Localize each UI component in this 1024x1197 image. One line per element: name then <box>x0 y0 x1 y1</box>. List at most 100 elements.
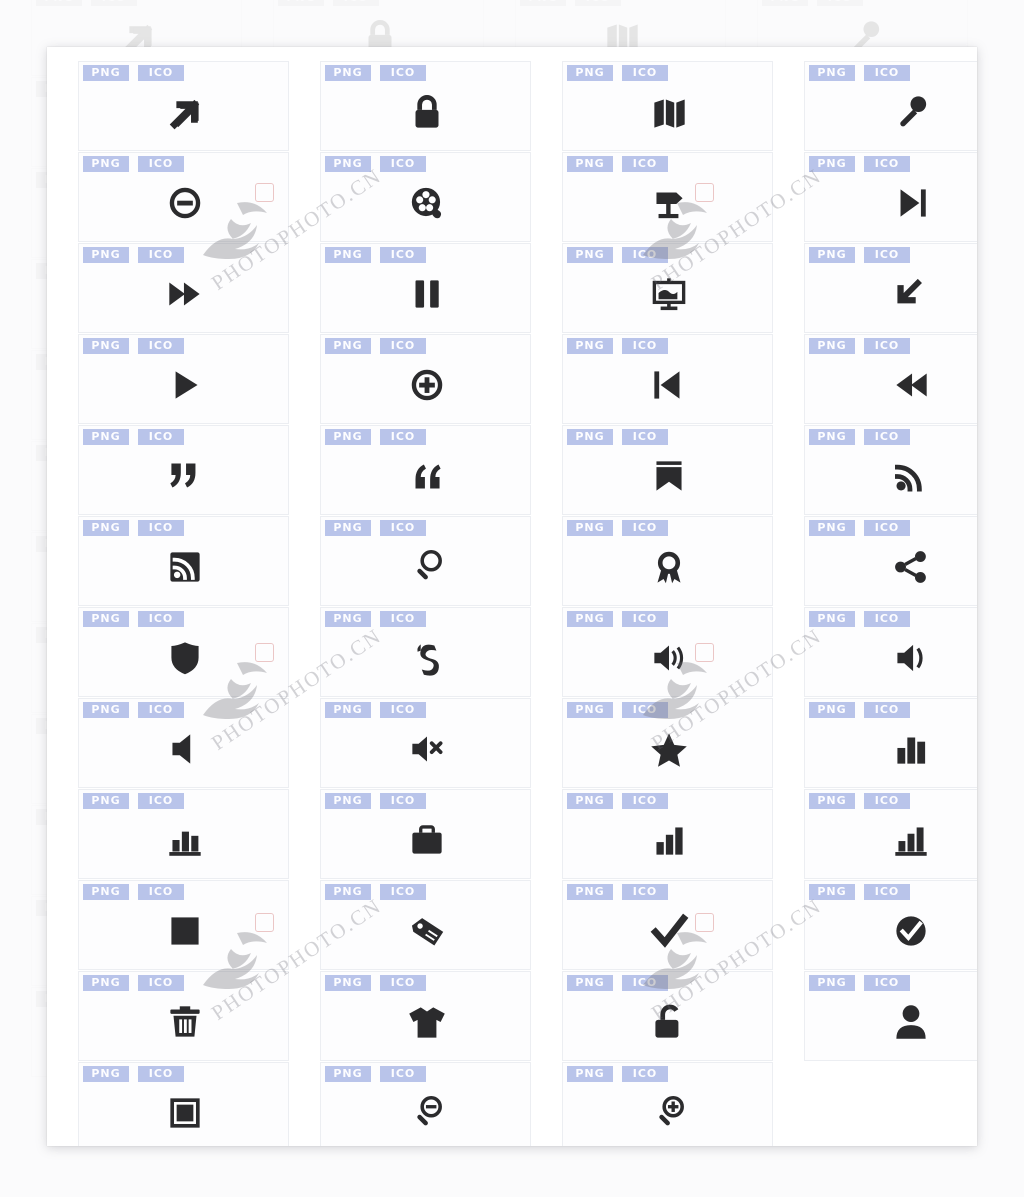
icon-cell[interactable]: PNG ICO <box>320 516 531 606</box>
icon-cell[interactable]: PNG ICO <box>320 607 531 697</box>
ico-badge[interactable]: ICO <box>575 0 621 6</box>
icon-cell[interactable]: PNG ICO <box>562 334 773 424</box>
icon-cell[interactable]: PNG ICO <box>562 789 773 879</box>
png-badge[interactable]: PNG <box>278 0 324 6</box>
trash-can-icon[interactable] <box>79 982 290 1062</box>
icon-cell[interactable]: PNG ICO <box>320 698 531 788</box>
star-icon[interactable] <box>563 709 774 789</box>
icon-cell[interactable]: PNG ICO <box>320 789 531 879</box>
icon-cell[interactable]: PNG ICO <box>78 516 289 606</box>
microphone-icon[interactable] <box>805 72 977 152</box>
icon-cell[interactable]: PNG ICO <box>320 243 531 333</box>
icon-cell[interactable]: PNG ICO <box>804 334 977 424</box>
award-ribbon-icon[interactable] <box>563 527 774 607</box>
icon-cell[interactable]: PNG ICO <box>562 243 773 333</box>
icon-cell[interactable]: PNG ICO <box>562 1062 773 1146</box>
script-s-icon[interactable] <box>321 618 532 698</box>
icon-cell[interactable]: PNG ICO <box>562 607 773 697</box>
ico-badge[interactable]: ICO <box>333 0 379 6</box>
icon-cell[interactable]: PNG ICO <box>804 698 977 788</box>
magnifier-icon[interactable] <box>321 527 532 607</box>
png-badge[interactable]: PNG <box>520 0 566 6</box>
icon-cell[interactable]: PNG ICO <box>562 698 773 788</box>
png-badge[interactable]: PNG <box>762 0 808 6</box>
icon-cell[interactable]: PNG ICO <box>562 516 773 606</box>
icon-cell[interactable]: PNG ICO <box>78 243 289 333</box>
play-icon[interactable] <box>79 345 290 425</box>
bookmark-icon[interactable] <box>563 436 774 516</box>
tshirt-icon[interactable] <box>321 982 532 1062</box>
user-avatar-icon[interactable] <box>805 982 977 1062</box>
icon-cell[interactable]: PNG ICO <box>804 880 977 970</box>
share-nodes-icon[interactable] <box>805 527 977 607</box>
volume-mute-plain-icon[interactable] <box>79 709 290 789</box>
icon-cell[interactable]: PNG ICO <box>78 425 289 515</box>
minus-circle-icon[interactable] <box>79 163 290 243</box>
icon-cell[interactable]: PNG ICO <box>562 61 773 151</box>
icon-cell[interactable]: PNG ICO <box>78 334 289 424</box>
icon-cell[interactable]: PNG ICO <box>804 425 977 515</box>
bar-chart-ascending-icon[interactable] <box>563 800 774 880</box>
icon-cell[interactable]: PNG ICO <box>78 971 289 1061</box>
skip-backward-icon[interactable] <box>563 345 774 425</box>
icon-cell[interactable]: PNG ICO <box>562 971 773 1061</box>
bar-chart-up-down-icon[interactable] <box>805 709 977 789</box>
icon-cell[interactable]: PNG ICO <box>804 516 977 606</box>
rss-square-icon[interactable] <box>79 527 290 607</box>
rss-waves-icon[interactable] <box>805 436 977 516</box>
png-badge[interactable]: PNG <box>36 0 82 6</box>
icon-cell[interactable]: PNG ICO <box>78 61 289 151</box>
check-circle-icon[interactable] <box>805 891 977 971</box>
icon-cell[interactable]: PNG ICO <box>804 971 977 1061</box>
icon-cell[interactable]: PNG ICO <box>804 607 977 697</box>
icon-cell[interactable]: PNG ICO <box>804 789 977 879</box>
briefcase-icon[interactable] <box>321 800 532 880</box>
icon-cell[interactable]: PNG ICO <box>78 1062 289 1146</box>
bar-chart-ascending-baseline-icon[interactable] <box>805 800 977 880</box>
icon-cell[interactable]: PNG ICO <box>320 880 531 970</box>
map-folded-icon[interactable] <box>563 72 774 152</box>
quote-close-icon[interactable] <box>79 436 290 516</box>
shield-icon[interactable] <box>79 618 290 698</box>
zoom-in-icon[interactable] <box>563 1073 774 1146</box>
fast-forward-icon[interactable] <box>79 254 290 334</box>
volume-high-icon[interactable] <box>563 618 774 698</box>
ico-badge[interactable]: ICO <box>91 0 137 6</box>
icon-cell[interactable]: PNG ICO <box>562 880 773 970</box>
icon-cell[interactable]: PNG ICO <box>78 880 289 970</box>
ico-badge[interactable]: ICO <box>817 0 863 6</box>
icon-cell[interactable]: PNG ICO <box>562 425 773 515</box>
icon-cell[interactable]: PNG ICO <box>78 698 289 788</box>
rewind-icon[interactable] <box>805 345 977 425</box>
price-tag-icon[interactable] <box>321 891 532 971</box>
arrow-up-right-icon[interactable] <box>79 72 290 152</box>
signpost-icon[interactable] <box>563 163 774 243</box>
icon-cell[interactable]: PNG ICO <box>320 334 531 424</box>
icon-cell[interactable]: PNG ICO <box>320 61 531 151</box>
quote-open-icon[interactable] <box>321 436 532 516</box>
bar-chart-baseline-icon[interactable] <box>79 800 290 880</box>
square-outline-filled-icon[interactable] <box>79 1073 290 1146</box>
icon-cell[interactable]: PNG ICO <box>78 607 289 697</box>
zoom-out-icon[interactable] <box>321 1073 532 1146</box>
icon-cell[interactable]: PNG ICO <box>562 152 773 242</box>
lock-open-icon[interactable] <box>563 982 774 1062</box>
icon-cell[interactable]: PNG ICO <box>78 789 289 879</box>
icon-cell[interactable]: PNG ICO <box>320 971 531 1061</box>
arrow-down-left-icon[interactable] <box>805 254 977 334</box>
icon-cell[interactable]: PNG ICO <box>320 425 531 515</box>
presentation-screen-icon[interactable] <box>563 254 774 334</box>
pause-icon[interactable] <box>321 254 532 334</box>
checkmark-icon[interactable] <box>563 891 774 971</box>
skip-forward-icon[interactable] <box>805 163 977 243</box>
square-filled-icon[interactable] <box>79 891 290 971</box>
lock-closed-icon[interactable] <box>321 72 532 152</box>
icon-cell[interactable]: PNG ICO <box>320 1062 531 1146</box>
volume-off-x-icon[interactable] <box>321 709 532 789</box>
icon-cell[interactable]: PNG ICO <box>320 152 531 242</box>
icon-cell[interactable]: PNG ICO <box>804 152 977 242</box>
icon-cell[interactable]: PNG ICO <box>804 61 977 151</box>
film-reel-icon[interactable] <box>321 163 532 243</box>
icon-cell[interactable] <box>804 1062 977 1146</box>
icon-cell[interactable]: PNG ICO <box>78 152 289 242</box>
